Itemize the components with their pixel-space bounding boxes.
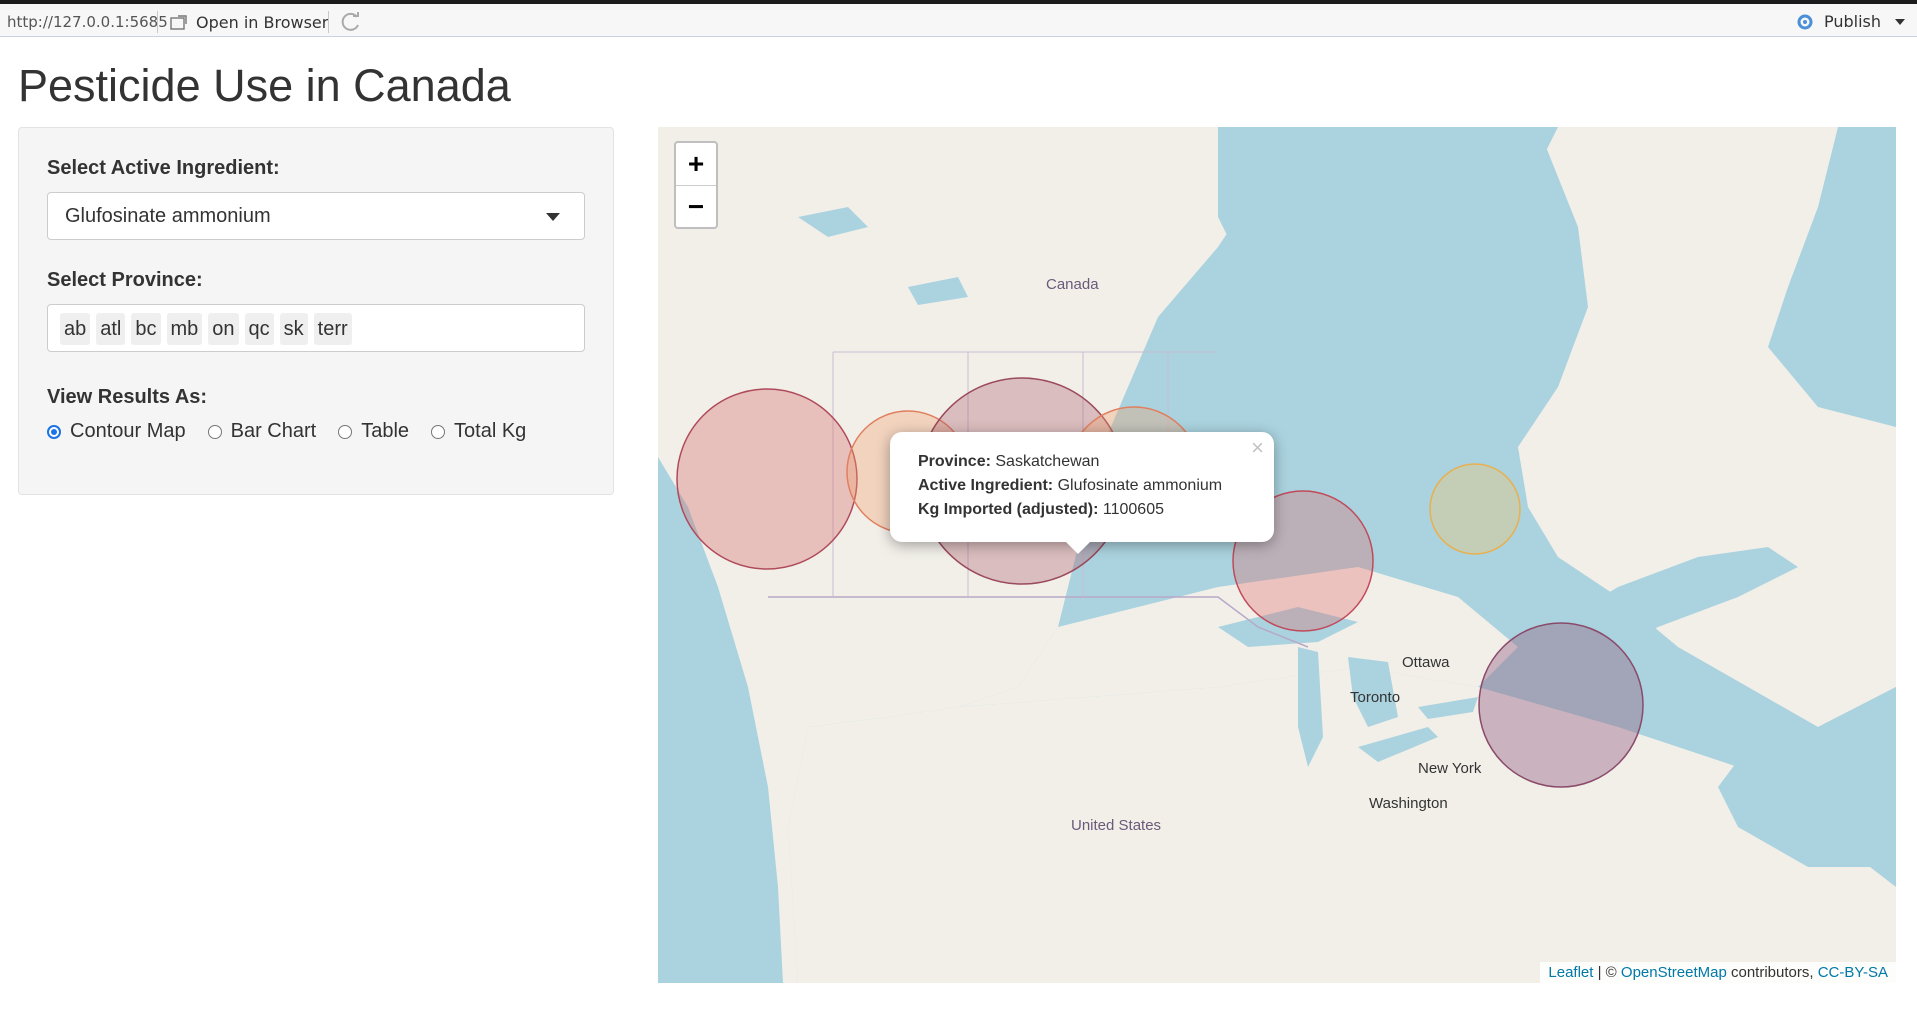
publish-label: Publish — [1823, 12, 1881, 31]
page-title: Pesticide Use in Canada — [18, 60, 511, 111]
province-tag[interactable]: bc — [131, 313, 161, 345]
license-link[interactable]: CC-BY-SA — [1818, 964, 1888, 981]
external-window-icon — [170, 14, 187, 30]
map-label-canada: Canada — [1046, 276, 1099, 293]
james-bay — [1353, 417, 1393, 527]
province-multiselect[interactable]: ab atl bc mb on qc sk terr — [47, 304, 585, 352]
province-tag[interactable]: terr — [313, 313, 352, 345]
toolbar-divider — [328, 11, 329, 33]
map-attribution: Leaflet | © OpenStreetMap contributors, … — [1540, 962, 1896, 983]
province-tag[interactable]: qc — [244, 313, 274, 345]
province-label: Select Province: — [47, 269, 203, 291]
close-icon[interactable]: × — [1251, 436, 1264, 460]
radio-label: Total Kg — [454, 420, 527, 442]
browser-toolbar: http://127.0.0.1:5685 Open in Browser Pu… — [0, 0, 1917, 37]
radio-button[interactable] — [431, 424, 446, 439]
province-tag[interactable]: atl — [96, 313, 126, 345]
sidebar-panel: Select Active Ingredient: Glufosinate am… — [18, 127, 614, 495]
province-tag[interactable]: ab — [60, 313, 91, 345]
radio-button-checked[interactable] — [47, 424, 61, 439]
circle-qc — [1429, 463, 1521, 555]
province-tag[interactable]: sk — [279, 313, 308, 345]
publish-icon — [1797, 14, 1813, 29]
popup-tip — [1066, 542, 1090, 554]
ingredient-select-value: Glufosinate ammonium — [65, 205, 271, 227]
radio-label: Contour Map — [70, 420, 186, 442]
radio-label: Table — [361, 420, 410, 442]
popup-ingredient-value: Glufosinate ammonium — [1057, 477, 1223, 494]
map-label-united-states: United States — [1071, 817, 1162, 834]
popup-province-line: Province: Saskatchewan — [918, 450, 1246, 474]
leaflet-map[interactable]: Canada Ottawa Toronto New York Washingto… — [658, 127, 1896, 983]
chevron-down-icon[interactable] — [1895, 18, 1905, 25]
openstreetmap-link[interactable]: OpenStreetMap — [1621, 964, 1727, 981]
land-central — [788, 667, 1896, 983]
leaflet-link[interactable]: Leaflet — [1548, 964, 1593, 981]
radio-total-kg[interactable]: Total Kg — [431, 420, 526, 443]
radio-table[interactable]: Table — [338, 420, 409, 443]
map-label-washington: Washington — [1369, 795, 1448, 812]
map-label-new-york: New York — [1418, 760, 1482, 777]
hudson-bay — [1218, 127, 1558, 447]
ingredient-select[interactable]: Glufosinate ammonium — [47, 192, 585, 240]
popup-province-key: Province: — [918, 453, 991, 470]
zoom-control: + − — [674, 141, 718, 229]
map-label-ottawa: Ottawa — [1402, 654, 1450, 671]
province-tag[interactable]: mb — [166, 313, 203, 345]
url-text: http://127.0.0.1:5685 — [7, 13, 168, 31]
map-tiles — [658, 127, 1896, 983]
popup-ingredient-key: Active Ingredient: — [918, 477, 1054, 494]
circle-atl — [1478, 622, 1644, 788]
zoom-out-button[interactable]: − — [676, 186, 716, 228]
toolbar-divider — [157, 11, 158, 33]
publish-button[interactable]: Publish — [1794, 12, 1905, 31]
chevron-down-icon — [546, 213, 560, 221]
popup-kg-value: 1100605 — [1102, 501, 1164, 518]
ingredient-label: Select Active Ingredient: — [47, 157, 280, 179]
view-results-radio-group: Contour Map Bar Chart Table Total Kg — [47, 420, 526, 443]
map-label-toronto: Toronto — [1350, 689, 1401, 706]
province-tag[interactable]: on — [208, 313, 239, 345]
radio-label: Bar Chart — [230, 420, 317, 442]
refresh-icon[interactable] — [340, 11, 362, 33]
open-in-browser-label: Open in Browser — [196, 13, 329, 32]
circle-bc — [676, 388, 858, 570]
view-results-label: View Results As: — [47, 386, 208, 408]
popup-kg-key: Kg Imported (adjusted): — [918, 501, 1099, 518]
popup-kg-line: Kg Imported (adjusted): 1100605 — [918, 498, 1246, 522]
popup-province-value: Saskatchewan — [995, 453, 1100, 470]
radio-button[interactable] — [338, 424, 353, 439]
attribution-separator: | © — [1593, 964, 1621, 981]
attribution-contributors: contributors, — [1726, 964, 1818, 981]
zoom-in-button[interactable]: + — [676, 143, 716, 186]
radio-bar-chart[interactable]: Bar Chart — [207, 420, 317, 443]
popup-ingredient-line: Active Ingredient: Glufosinate ammonium — [918, 474, 1246, 498]
radio-contour-map[interactable]: Contour Map — [47, 420, 186, 443]
open-in-browser-button[interactable]: Open in Browser — [170, 13, 328, 32]
radio-button[interactable] — [207, 424, 222, 439]
map-popup: × Province: Saskatchewan Active Ingredie… — [890, 432, 1274, 554]
